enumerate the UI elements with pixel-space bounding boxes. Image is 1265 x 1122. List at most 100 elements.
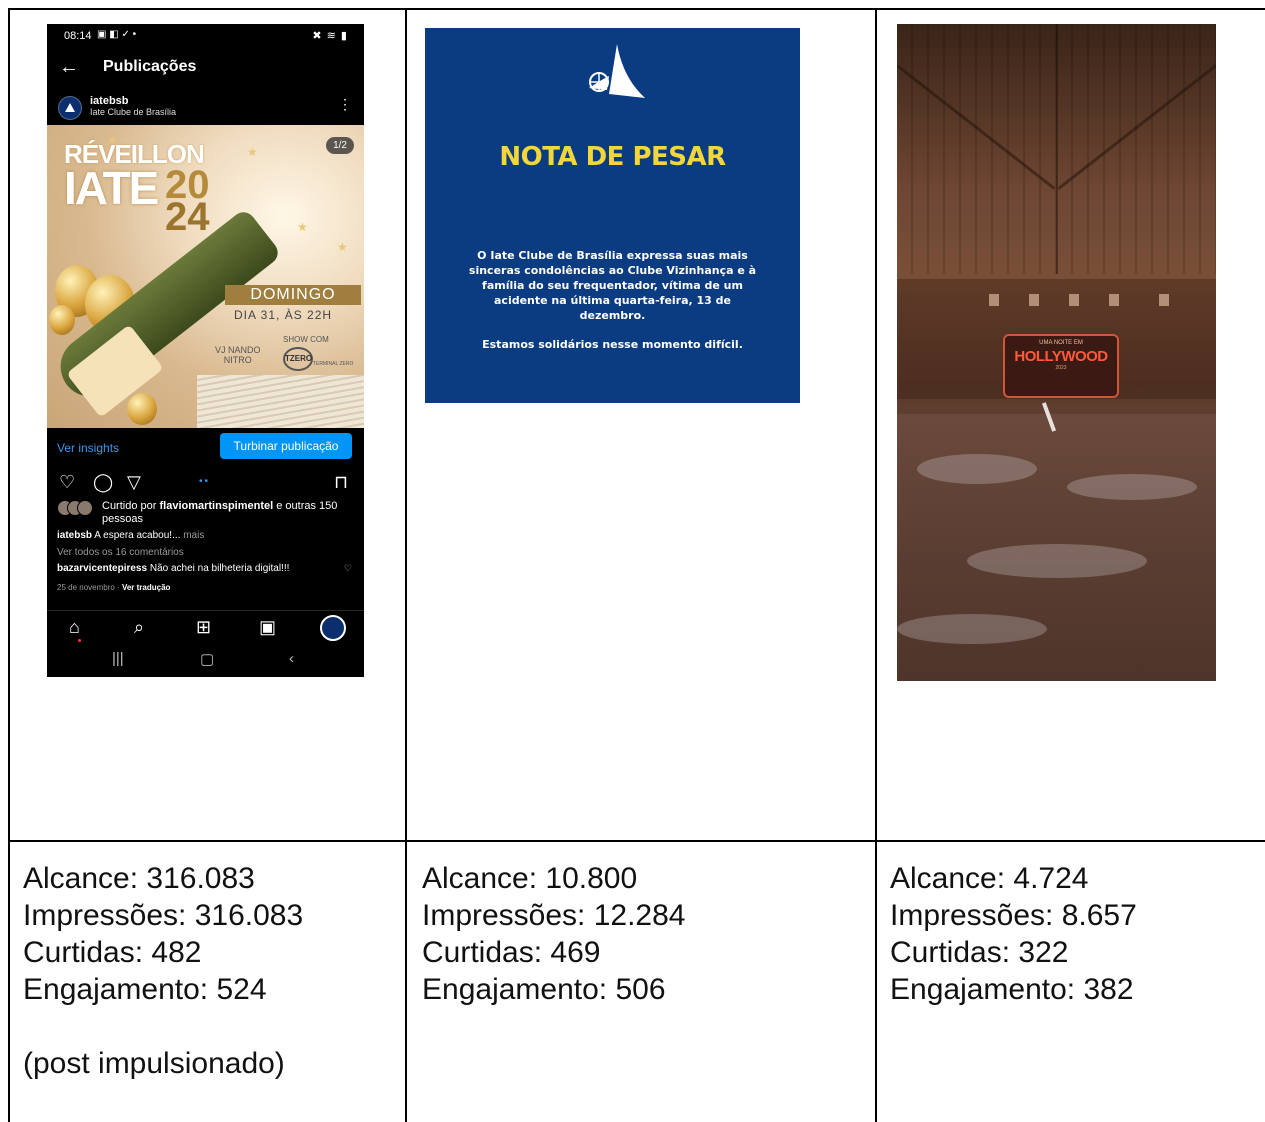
window <box>1069 294 1079 306</box>
screen-title: Publicações <box>103 58 197 75</box>
window <box>1159 294 1169 306</box>
floor-light-reflection <box>897 614 1047 644</box>
sign-main-text: HOLLYWOOD <box>1014 348 1108 365</box>
bottom-nav: ⌂ ⌕ ⊞ ▣ <box>47 610 364 642</box>
post1-curtidas: Curtidas: 482 <box>23 936 202 969</box>
nota-body: O Iate Clube de Brasília expressa suas m… <box>468 249 757 322</box>
post1-engajamento: Engajamento: 524 <box>23 973 267 1006</box>
status-time: 08:14 <box>64 30 92 42</box>
reels-icon[interactable]: ▣ <box>259 617 276 638</box>
post-date-line: 25 de novembro · Ver tradução <box>57 583 171 592</box>
post1-boosted-note: (post impulsionado) <box>23 1047 285 1080</box>
carousel-counter: 1/2 <box>326 137 354 154</box>
create-post-icon[interactable]: ⊞ <box>196 617 211 638</box>
view-insights-link[interactable]: Ver insights <box>57 441 119 455</box>
caption: iatebsb A espera acabou!... mais <box>57 530 204 541</box>
comment-icon[interactable]: ◯ <box>93 472 113 493</box>
balloon-decoration <box>127 393 157 425</box>
poster-vj: VJ NANDO NITRO <box>215 345 261 365</box>
system-nav-bar: ||| ▢ ‹ <box>47 646 364 676</box>
nota-closing: Estamos solidários nesse momento difícil… <box>482 338 743 351</box>
window <box>1029 294 1039 306</box>
terminal-zero-subtitle: TERMINAL ZERO <box>313 361 354 367</box>
star-decoration-icon: ★ <box>247 145 258 159</box>
bookmark-icon[interactable]: ⊓ <box>334 472 348 493</box>
post2-alcance: Alcance: 10.800 <box>422 862 638 895</box>
post3-curtidas: Curtidas: 322 <box>890 936 1069 969</box>
star-decoration-icon: ★ <box>297 220 308 234</box>
balloon-decoration <box>49 305 75 335</box>
signal-battery-icons: ✖ ≋ ▮ <box>312 30 348 42</box>
comment-heart-icon[interactable]: ♡ <box>344 563 352 574</box>
poster-show: SHOW COM <box>283 335 329 344</box>
comment-text: Não achei na bilheteria digital!!! <box>147 563 290 574</box>
floor-light-reflection <box>1067 474 1197 500</box>
comment: bazarvicentepiress Não achei na bilheter… <box>57 563 289 574</box>
username[interactable]: iatebsb <box>90 95 129 107</box>
nota-de-pesar-image: NOTA DE PESAR O Iate Clube de Brasília e… <box>425 28 800 403</box>
post2-engajamento: Engajamento: 506 <box>422 973 666 1006</box>
post3-stats: Alcance: 4.724 Impressões: 8.657 Curtida… <box>890 860 1137 1008</box>
poster-title-iate: IATE <box>64 162 159 214</box>
terminal-zero-logo: TZERO <box>283 347 313 371</box>
sign-bottom-text: 2023 <box>1055 365 1067 371</box>
more-options-icon[interactable]: ⋮ <box>338 96 352 113</box>
sign-top-text: UMA NOITE EM <box>1039 340 1083 346</box>
liked-prefix: Curtido por <box>102 500 160 512</box>
floor-light-reflection <box>967 544 1147 578</box>
comment-user[interactable]: bazarvicentepiress <box>57 563 147 574</box>
table-col-divider-1 <box>405 8 407 1122</box>
search-icon[interactable]: ⌕ <box>134 617 144 638</box>
poster-year-bottom: 24 <box>165 195 210 239</box>
notification-dot <box>78 639 81 642</box>
floor-light-reflection <box>917 454 1037 484</box>
account-header: iatebsb Iate Clube de Brasília ⋮ <box>47 92 364 126</box>
view-all-comments-link[interactable]: Ver todos os 16 comentários <box>57 547 184 558</box>
post1-impressoes: Impressões: 316.083 <box>23 899 304 932</box>
liked-user[interactable]: flaviomartinspimentel <box>159 500 273 512</box>
liker-avatars <box>57 500 95 516</box>
post2-stats: Alcance: 10.800 Impressões: 12.284 Curti… <box>422 860 685 1008</box>
caption-user[interactable]: iatebsb <box>57 530 92 541</box>
caption-more-link[interactable]: mais <box>180 530 204 541</box>
recent-apps-icon[interactable]: ||| <box>112 650 124 667</box>
post3-impressoes: Impressões: 8.657 <box>890 899 1137 932</box>
home-button-icon[interactable]: ▢ <box>200 650 214 668</box>
post3-engajamento: Engajamento: 382 <box>890 973 1134 1006</box>
window <box>1109 294 1119 306</box>
carousel-dots: •• <box>199 476 211 487</box>
post2-curtidas: Curtidas: 469 <box>422 936 601 969</box>
post2-impressoes: Impressões: 12.284 <box>422 899 686 932</box>
insights-bar: Ver insights Turbinar publicação <box>47 429 364 465</box>
table-row-divider <box>8 840 1265 842</box>
caption-text: A espera acabou!... <box>92 530 181 541</box>
profile-avatar-icon[interactable] <box>320 615 346 641</box>
heart-icon[interactable]: ♡ <box>59 472 75 493</box>
boost-post-button[interactable]: Turbinar publicação <box>220 433 352 459</box>
system-back-icon[interactable]: ‹ <box>289 650 294 667</box>
post1-stats: Alcance: 316.083 Impressões: 316.083 Cur… <box>23 860 303 1082</box>
roof-ridge <box>1056 24 1058 274</box>
hollywood-sign: UMA NOITE EM HOLLYWOOD 2023 <box>1003 334 1119 398</box>
home-icon[interactable]: ⌂ <box>69 617 80 638</box>
status-bar: 08:14 ▣ ◧ ✓ • ✖ ≋ ▮ <box>47 24 364 48</box>
user-subtitle: Iate Clube de Brasília <box>90 107 177 117</box>
iate-clube-logo-icon <box>589 44 645 98</box>
star-decoration-icon: ★ <box>337 240 348 254</box>
table-col-divider-2 <box>875 8 877 1122</box>
table-left-border <box>8 8 10 1122</box>
see-translation-link[interactable]: Ver tradução <box>122 583 170 592</box>
window <box>989 294 999 306</box>
wave-decoration <box>197 375 364 428</box>
nota-title: NOTA DE PESAR <box>499 142 726 172</box>
post-date: 25 de novembro <box>57 583 115 592</box>
post1-alcance: Alcance: 316.083 <box>23 862 255 895</box>
avatar[interactable] <box>58 96 82 120</box>
share-icon[interactable]: ▽ <box>127 472 141 493</box>
poster-date-time: DIA 31, ÀS 22H <box>234 308 333 322</box>
back-arrow-icon[interactable]: ← <box>59 56 79 79</box>
status-notification-icons: ▣ ◧ ✓ • <box>97 29 137 40</box>
instagram-post-screenshot: 08:14 ▣ ◧ ✓ • ✖ ≋ ▮ ← Publicações iatebs… <box>47 24 364 677</box>
poster-day: DOMINGO <box>225 285 361 305</box>
reveillon-poster-image[interactable]: ★ ★ ★ ★ RÉVEILLON IATE 20 24 1/2 DOMINGO… <box>47 125 364 428</box>
